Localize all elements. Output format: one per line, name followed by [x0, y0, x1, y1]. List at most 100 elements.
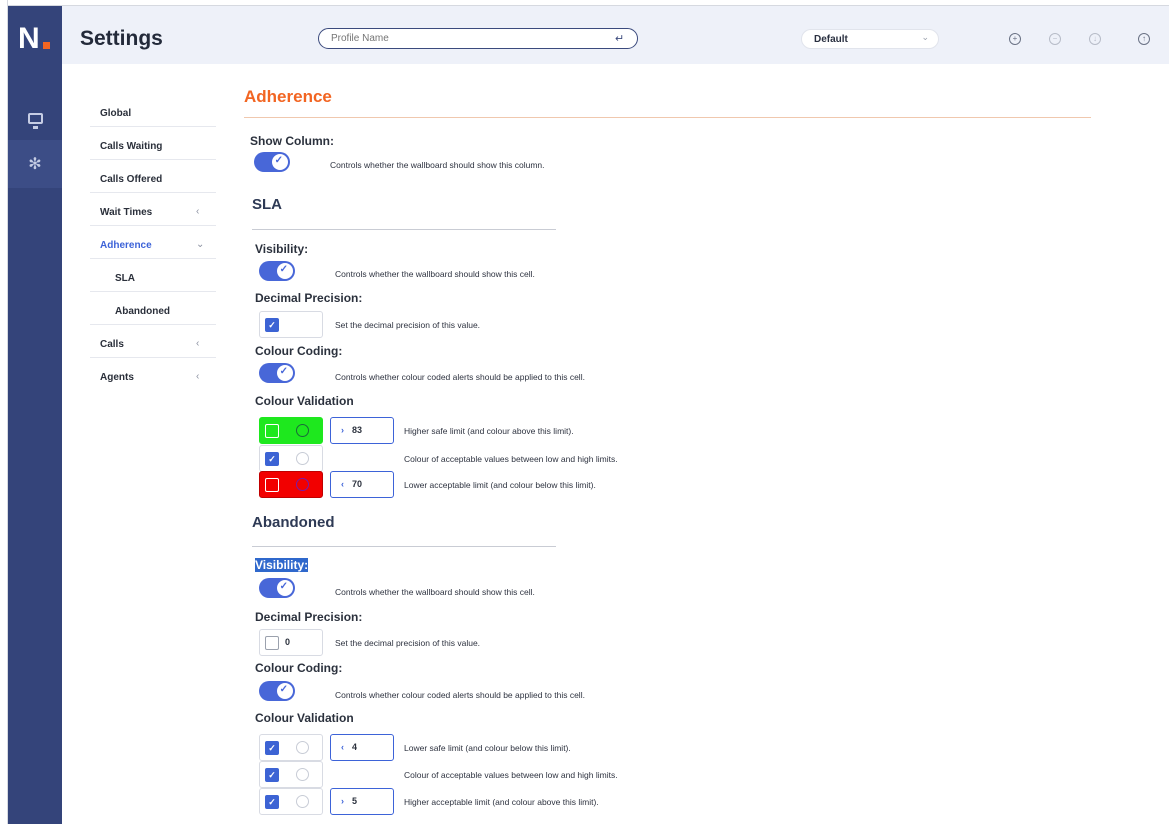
sidebar-item-calls-offered[interactable]: Calls Offered [90, 160, 216, 193]
minus-circle-icon[interactable]: − [1049, 33, 1061, 45]
rail-item-monitor[interactable] [8, 94, 62, 142]
check-icon: ✓ [279, 264, 288, 275]
checkbox-checked[interactable]: ✓ [265, 452, 279, 466]
palette-icon[interactable] [296, 424, 309, 437]
limit-value: 4 [352, 742, 358, 752]
sidebar-item-label: Calls Offered [100, 174, 163, 185]
sla-mid-colour-swatch[interactable]: ✓ [259, 445, 323, 472]
checkbox-checked[interactable]: ✓ [265, 741, 279, 755]
abandoned-mid-colour-swatch[interactable]: ✓ [259, 761, 323, 788]
palette-icon[interactable] [296, 452, 309, 465]
greater-than-icon: › [341, 796, 344, 806]
download-circle-icon[interactable]: ↓ [1089, 33, 1101, 45]
check-icon: ✓ [279, 366, 288, 377]
abandoned-colour-validation-label: Colour Validation [255, 711, 354, 725]
show-column-toggle[interactable]: ✓ [254, 152, 290, 172]
section-heading-abandoned: Abandoned [252, 514, 335, 531]
abandoned-colour-coding-desc: Controls whether colour coded alerts sho… [335, 690, 585, 700]
sidebar-item-label: Adherence [100, 240, 152, 251]
check-icon: ✓ [279, 684, 288, 695]
checkbox-unchecked[interactable] [265, 478, 279, 492]
window-frame-left [0, 0, 8, 824]
sidebar-item-label: Abandoned [115, 306, 170, 317]
checkbox-checked[interactable]: ✓ [265, 768, 279, 782]
sla-low-colour-swatch[interactable] [259, 471, 323, 498]
divider [244, 117, 1091, 118]
abandoned-high-limit-input[interactable]: › 5 [330, 788, 394, 815]
sla-colour-coding-desc: Controls whether colour coded alerts sho… [335, 372, 585, 382]
chevron-left-icon: ‹ [196, 371, 200, 382]
show-column-desc: Controls whether the wallboard should sh… [330, 160, 545, 170]
sla-visibility-toggle[interactable]: ✓ [259, 261, 295, 281]
abandoned-visibility-label: Visibility: [255, 558, 309, 572]
divider [252, 229, 556, 230]
less-than-icon: ‹ [341, 479, 344, 489]
sla-colour-coding-toggle[interactable]: ✓ [259, 363, 295, 383]
nav-rail: N ✻ [8, 6, 62, 824]
sla-decimal-label: Decimal Precision: [255, 291, 363, 305]
decimal-value: 0 [285, 637, 291, 647]
chevron-left-icon: ‹ [196, 338, 200, 349]
top-bar: Settings ↵ Default ⌄ + − ↓ ↑ [62, 6, 1169, 64]
sla-visibility-label: Visibility: [255, 242, 309, 256]
chevron-down-icon: ⌄ [921, 32, 929, 42]
limit-value: 83 [352, 425, 363, 435]
abandoned-low-colour-swatch[interactable]: ✓ [259, 734, 323, 761]
greater-than-icon: › [341, 425, 344, 435]
palette-icon[interactable] [296, 768, 309, 781]
limit-value: 70 [352, 479, 363, 489]
check-icon: ✓ [279, 581, 288, 592]
sla-colour-validation-label: Colour Validation [255, 394, 354, 408]
sidebar-item-label: SLA [115, 273, 135, 284]
sla-high-limit-input[interactable]: › 83 [330, 417, 394, 444]
settings-sidebar: Global Calls Waiting Calls Offered Wait … [90, 94, 216, 391]
settings-content: Adherence Show Column: ✓ Controls whethe… [244, 64, 1169, 824]
limit-value: 5 [352, 796, 358, 806]
settings-panel: Global Calls Waiting Calls Offered Wait … [78, 64, 1169, 824]
logo-accent-dot [43, 42, 50, 49]
sidebar-item-calls[interactable]: Calls ‹ [90, 325, 216, 358]
profile-name-input[interactable] [318, 28, 638, 49]
sidebar-item-sla[interactable]: SLA [90, 259, 216, 292]
enter-icon[interactable]: ↵ [615, 32, 624, 45]
show-column-label: Show Column: [250, 134, 334, 148]
sidebar-item-calls-waiting[interactable]: Calls Waiting [90, 127, 216, 160]
gear-icon: ✻ [28, 156, 42, 173]
rail-item-settings[interactable]: ✻ [8, 140, 62, 188]
sidebar-item-global[interactable]: Global [90, 94, 216, 127]
section-heading-sla: SLA [252, 196, 282, 213]
abandoned-low-limit-input[interactable]: ‹ 4 [330, 734, 394, 761]
abandoned-decimal-precision-field[interactable]: 0 [259, 629, 323, 656]
sla-decimal-desc: Set the decimal precision of this value. [335, 320, 481, 330]
palette-icon[interactable] [296, 795, 309, 808]
sla-high-colour-swatch[interactable] [259, 417, 323, 444]
sidebar-item-adherence[interactable]: Adherence ⌄ [90, 226, 216, 259]
abandoned-high-colour-swatch[interactable]: ✓ [259, 788, 323, 815]
sidebar-item-wait-times[interactable]: Wait Times ‹ [90, 193, 216, 226]
checkbox-unchecked[interactable] [265, 636, 279, 650]
checkbox-checked[interactable]: ✓ [265, 318, 279, 332]
profile-select[interactable]: Default ⌄ [801, 29, 939, 49]
checkbox-checked[interactable]: ✓ [265, 795, 279, 809]
palette-icon[interactable] [296, 741, 309, 754]
abandoned-colour-coding-toggle[interactable]: ✓ [259, 681, 295, 701]
checkbox-unchecked[interactable] [265, 424, 279, 438]
abandoned-visibility-toggle[interactable]: ✓ [259, 578, 295, 598]
abandoned-decimal-desc: Set the decimal precision of this value. [335, 638, 481, 648]
sidebar-item-label: Agents [100, 372, 134, 383]
upload-circle-icon[interactable]: ↑ [1138, 33, 1150, 45]
sidebar-item-label: Global [100, 108, 132, 119]
check-icon: ✓ [274, 155, 283, 166]
sla-decimal-precision-field[interactable]: ✓ [259, 311, 323, 338]
sla-low-limit-desc: Lower acceptable limit (and colour below… [404, 480, 596, 490]
plus-circle-icon[interactable]: + [1009, 33, 1021, 45]
monitor-icon [27, 112, 43, 129]
sidebar-item-agents[interactable]: Agents ‹ [90, 358, 216, 391]
app-logo: N [18, 22, 40, 55]
sidebar-item-abandoned[interactable]: Abandoned [90, 292, 216, 325]
chevron-left-icon: ‹ [196, 206, 200, 217]
sla-low-limit-input[interactable]: ‹ 70 [330, 471, 394, 498]
abandoned-mid-desc: Colour of acceptable values between low … [404, 770, 618, 780]
palette-icon[interactable] [296, 478, 309, 491]
section-heading-adherence: Adherence [244, 87, 332, 106]
